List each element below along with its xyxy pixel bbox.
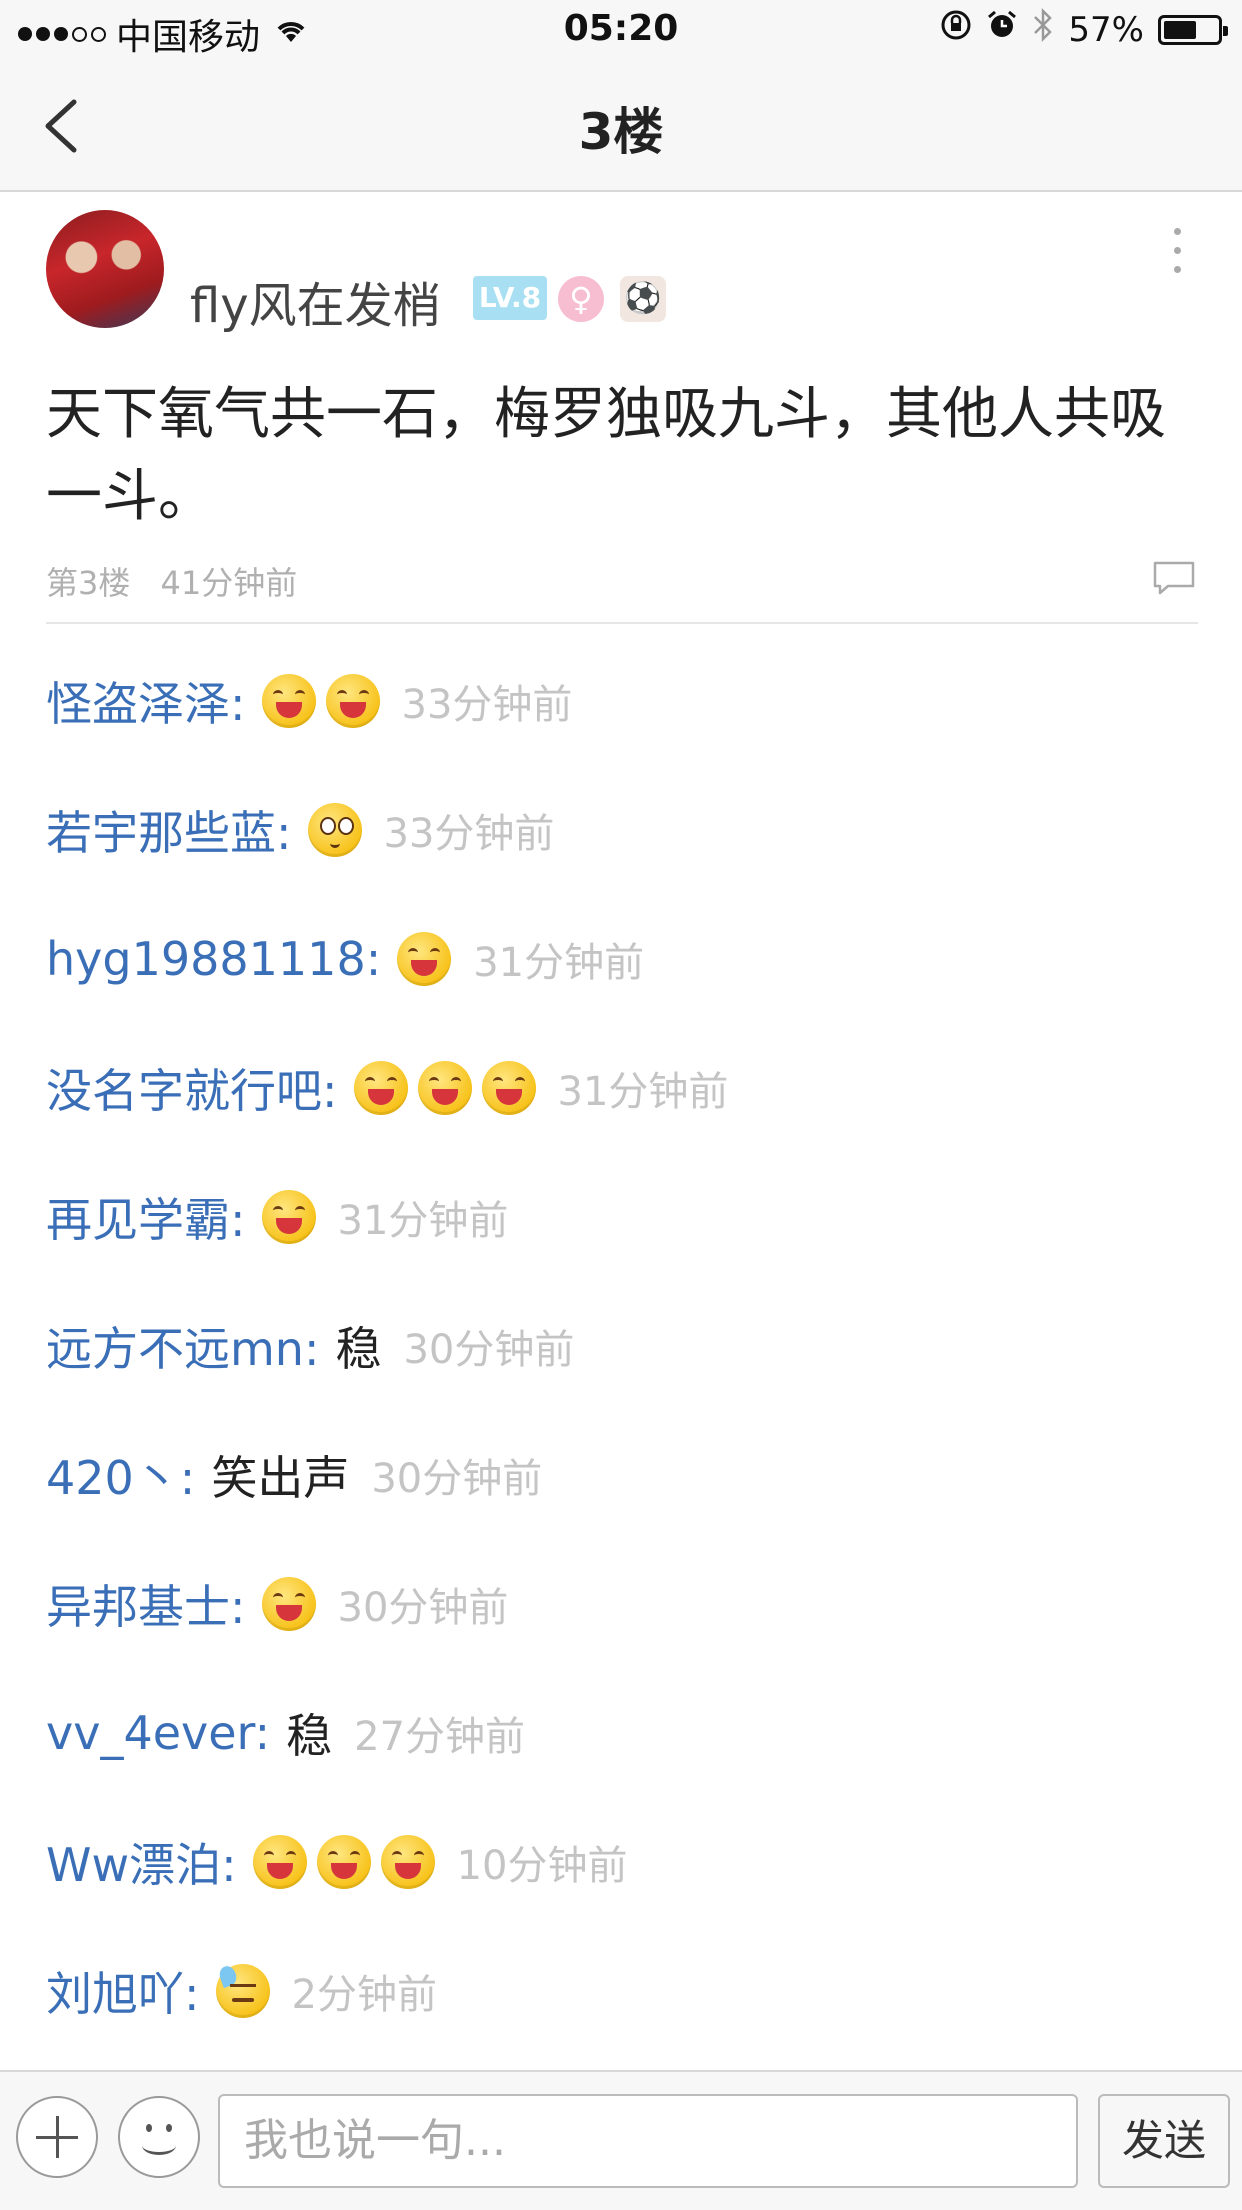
- more-options-icon[interactable]: [1170, 228, 1184, 278]
- laugh-emoji-icon: [481, 1060, 536, 1115]
- plus-icon[interactable]: [16, 2096, 98, 2178]
- reply-item[interactable]: 远方不远mn: 稳 30分钟前: [46, 1281, 1196, 1410]
- sweat-emoji-icon: [215, 1963, 270, 2018]
- laugh-emoji-icon: [316, 1834, 371, 1889]
- reply-username[interactable]: 若宇那些蓝:: [46, 797, 292, 863]
- send-button[interactable]: 发送: [1098, 2094, 1230, 2188]
- comment-icon[interactable]: [1152, 560, 1196, 596]
- reply-input[interactable]: 我也说一句...: [218, 2094, 1078, 2188]
- reply-item[interactable]: Ww漂泊: 10分钟前: [46, 1797, 1196, 1926]
- status-bar: 中国移动 05:20 57%: [0, 0, 1242, 62]
- bluetooth-icon: [1032, 7, 1054, 51]
- reply-item[interactable]: vv_4ever: 稳 27分钟前: [46, 1668, 1196, 1797]
- reply-time: 30分钟前: [371, 1455, 543, 1502]
- laugh-emoji-icon: [261, 673, 316, 728]
- reply-time: 10分钟前: [456, 1842, 628, 1889]
- reply-emojis: [252, 1834, 435, 1889]
- reply-username[interactable]: 没名字就行吧:: [46, 1055, 338, 1121]
- reply-username[interactable]: 远方不远mn:: [46, 1313, 319, 1379]
- laugh-emoji-icon: [252, 1834, 307, 1889]
- reply-text: 笑出声: [211, 1450, 350, 1505]
- alarm-icon: [986, 9, 1018, 50]
- reply-time: 31分钟前: [473, 939, 645, 986]
- reply-username[interactable]: 怪盗泽泽:: [46, 668, 246, 734]
- reply-time: 31分钟前: [557, 1068, 729, 1115]
- reply-username[interactable]: 再见学霸:: [46, 1184, 246, 1250]
- reply-item[interactable]: 若宇那些蓝: 33分钟前: [46, 765, 1196, 894]
- reply-time: 33分钟前: [383, 810, 555, 857]
- avatar[interactable]: [46, 210, 164, 328]
- status-right: 57%: [940, 7, 1228, 51]
- reply-text: 稳: [335, 1321, 382, 1376]
- female-symbol-icon: ♀: [558, 276, 604, 322]
- battery-icon: [1158, 14, 1228, 45]
- reply-time: 31分钟前: [337, 1197, 509, 1244]
- laugh-emoji-icon: [397, 931, 452, 986]
- page-title: 3楼: [578, 103, 664, 161]
- reply-time: 30分钟前: [337, 1584, 509, 1631]
- emoji-icon[interactable]: [118, 2096, 200, 2178]
- reply-emojis: [215, 1963, 270, 2018]
- post-time: 41分钟前: [160, 564, 298, 602]
- reply-list: 怪盗泽泽: 33分钟前 若宇那些蓝: 33分钟前 hyg19881118: 31分钟前 没名…: [46, 636, 1196, 2055]
- nav-bar: 3楼: [0, 62, 1242, 192]
- reply-username[interactable]: 刘旭吖:: [46, 1958, 200, 2024]
- reply-item[interactable]: 420丶: 笑出声 30分钟前: [46, 1410, 1196, 1539]
- reply-username[interactable]: vv_4ever:: [46, 1706, 270, 1760]
- shy-emoji-icon: [307, 802, 362, 857]
- reply-emojis: [261, 1189, 316, 1244]
- laugh-emoji-icon: [325, 673, 380, 728]
- reply-emojis: [261, 673, 380, 728]
- reply-emojis: [261, 1576, 316, 1631]
- reply-time: 33分钟前: [401, 681, 573, 728]
- reply-item[interactable]: 异邦基士: 30分钟前: [46, 1539, 1196, 1668]
- reply-emojis: [397, 931, 452, 986]
- soccer-ball-icon: ⚽: [620, 276, 666, 322]
- reply-emojis: [307, 802, 362, 857]
- post-username[interactable]: fly风在发梢: [190, 266, 441, 336]
- reply-item[interactable]: 再见学霸: 31分钟前: [46, 1152, 1196, 1281]
- reply-username[interactable]: hyg19881118:: [46, 932, 381, 986]
- rotation-lock-icon: [940, 9, 972, 50]
- reply-item[interactable]: 怪盗泽泽: 33分钟前: [46, 636, 1196, 765]
- divider: [46, 622, 1198, 624]
- reply-time: 27分钟前: [354, 1713, 526, 1760]
- reply-bar: 我也说一句... 发送: [0, 2070, 1242, 2210]
- reply-item[interactable]: 没名字就行吧: 31分钟前: [46, 1023, 1196, 1152]
- floor-label: 第3楼: [46, 564, 131, 602]
- reply-time: 30分钟前: [403, 1326, 575, 1373]
- laugh-emoji-icon: [353, 1060, 408, 1115]
- laugh-emoji-icon: [261, 1576, 316, 1631]
- reply-emojis: [353, 1060, 536, 1115]
- laugh-emoji-icon: [417, 1060, 472, 1115]
- reply-username[interactable]: Ww漂泊:: [46, 1829, 237, 1895]
- battery-percent: 57%: [1068, 9, 1144, 50]
- reply-time: 2分钟前: [291, 1971, 437, 2018]
- post-meta: 第3楼 41分钟前: [46, 558, 317, 604]
- reply-username[interactable]: 420丶:: [46, 1442, 195, 1508]
- reply-item[interactable]: 刘旭吖: 2分钟前: [46, 1926, 1196, 2055]
- level-badge: LV.8: [473, 276, 547, 320]
- reply-text: 稳: [286, 1708, 333, 1763]
- reply-username[interactable]: 异邦基士:: [46, 1571, 246, 1637]
- laugh-emoji-icon: [380, 1834, 435, 1889]
- reply-item[interactable]: hyg19881118: 31分钟前: [46, 894, 1196, 1023]
- laugh-emoji-icon: [261, 1189, 316, 1244]
- post-content: 天下氧气共一石，梅罗独吸九斗，其他人共吸一斗。: [46, 382, 1166, 529]
